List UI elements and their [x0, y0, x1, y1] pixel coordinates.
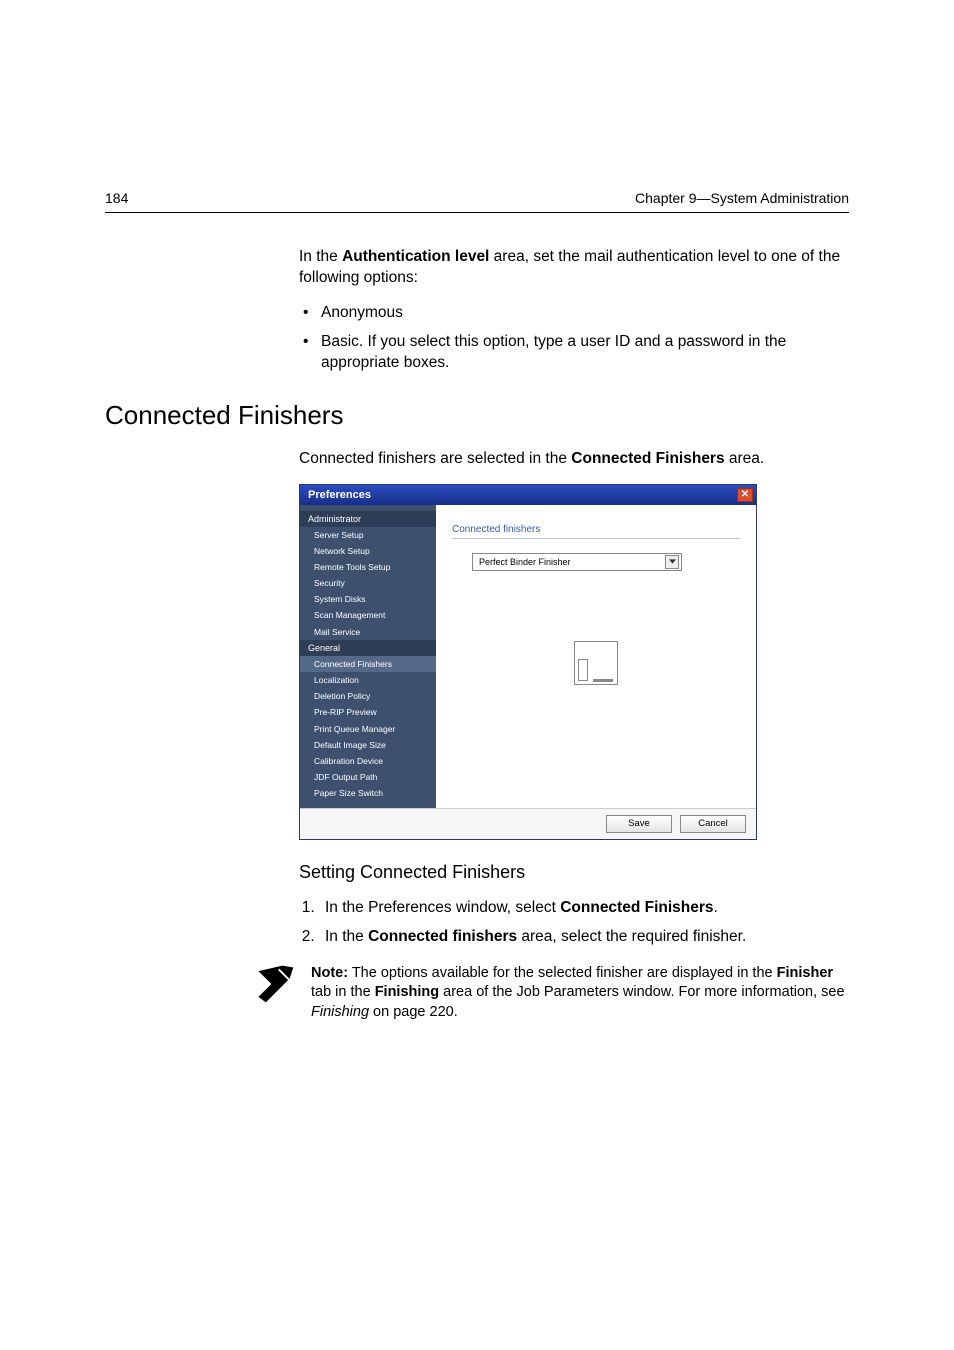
sidebar-item-localization[interactable]: Localization [300, 672, 436, 688]
sidebar-item-mail-service[interactable]: Mail Service [300, 624, 436, 640]
sidebar-item-default-image-size[interactable]: Default Image Size [300, 737, 436, 753]
close-button[interactable]: ✕ [737, 488, 753, 502]
sidebar-item-print-queue-manager[interactable]: Print Queue Manager [300, 721, 436, 737]
page-number: 184 [105, 190, 128, 206]
auth-level-bold: Authentication level [342, 248, 489, 265]
save-button[interactable]: Save [606, 815, 672, 833]
sidebar-item-scan-management[interactable]: Scan Management [300, 607, 436, 623]
titlebar: Preferences ✕ [300, 485, 756, 505]
steps-list: In the Preferences window, select Connec… [319, 897, 849, 948]
sidebar-item-deletion-policy[interactable]: Deletion Policy [300, 688, 436, 704]
finisher-dropdown-value: Perfect Binder Finisher [479, 557, 571, 567]
finisher-dropdown[interactable]: Perfect Binder Finisher [472, 553, 682, 571]
note-icon [253, 962, 297, 1006]
auth-intro: In the Authentication level area, set th… [299, 247, 849, 289]
section-title: Connected Finishers [105, 400, 849, 431]
bullet-anonymous: Anonymous [299, 303, 849, 324]
sidebar-item-network-setup[interactable]: Network Setup [300, 543, 436, 559]
preferences-dialog: Preferences ✕ Administrator Server Setup… [299, 484, 757, 840]
note-text: Note: The options available for the sele… [311, 964, 849, 1023]
header-rule [105, 212, 849, 213]
sidebar-group-general: General [300, 640, 436, 656]
cancel-button[interactable]: Cancel [680, 815, 746, 833]
bullet-basic: Basic. If you select this option, type a… [299, 332, 849, 374]
sidebar-item-system-disks[interactable]: System Disks [300, 591, 436, 607]
chapter-label: Chapter 9—System Administration [635, 190, 849, 206]
sidebar-item-calibration-device[interactable]: Calibration Device [300, 753, 436, 769]
dialog-content: Connected finishers Perfect Binder Finis… [436, 505, 756, 808]
close-icon: ✕ [741, 490, 749, 500]
step-2: In the Connected finishers area, select … [319, 926, 849, 948]
sidebar-group-administrator: Administrator [300, 511, 436, 527]
dialog-footer: Save Cancel [300, 808, 756, 839]
step-1: In the Preferences window, select Connec… [319, 897, 849, 919]
sidebar-item-remote-tools-setup[interactable]: Remote Tools Setup [300, 559, 436, 575]
preferences-sidebar: Administrator Server Setup Network Setup… [300, 505, 436, 808]
section-intro: Connected finishers are selected in the … [299, 449, 849, 470]
auth-options-list: Anonymous Basic. If you select this opti… [299, 303, 849, 374]
sidebar-item-jdf-output-path[interactable]: JDF Output Path [300, 769, 436, 785]
sidebar-item-paper-size-switch[interactable]: Paper Size Switch [300, 785, 436, 801]
chevron-down-icon [665, 555, 679, 569]
sidebar-item-security[interactable]: Security [300, 575, 436, 591]
subsection-title: Setting Connected Finishers [299, 862, 849, 883]
finisher-preview-image [574, 641, 618, 685]
sidebar-item-connected-finishers[interactable]: Connected Finishers [300, 656, 436, 672]
sidebar-item-server-setup[interactable]: Server Setup [300, 527, 436, 543]
dialog-title: Preferences [308, 489, 371, 501]
sidebar-item-pre-rip-preview[interactable]: Pre-RIP Preview [300, 704, 436, 720]
content-header: Connected finishers [452, 524, 740, 539]
